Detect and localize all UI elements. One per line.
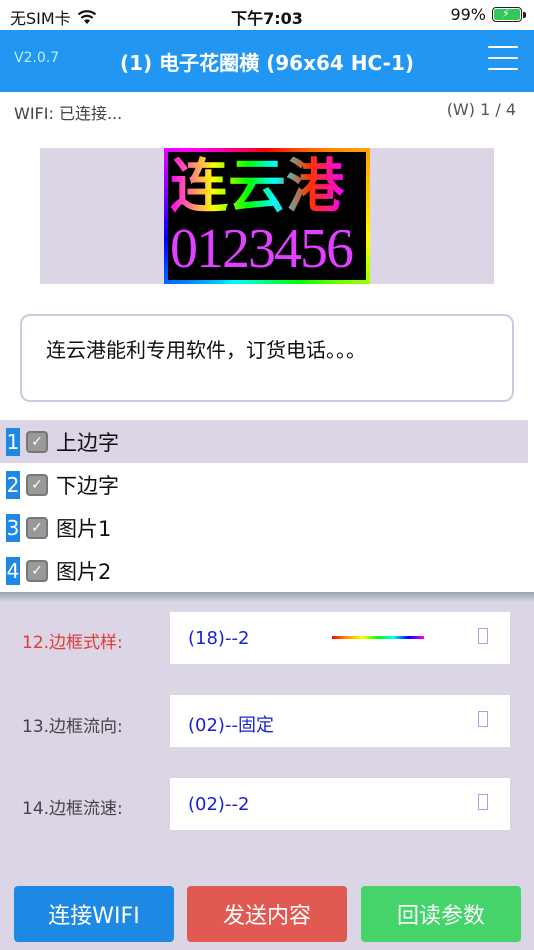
led-line-top: 连云港 xyxy=(170,152,345,220)
connect-wifi-button[interactable]: 连接WIFI xyxy=(14,886,174,942)
layer-checkbox[interactable]: ✓ xyxy=(26,516,48,539)
layer-list: 1 ✓ 上边字 2 ✓ 下边字 3 ✓ 图片1 4 ✓ 图片2 xyxy=(0,420,534,592)
menu-line xyxy=(488,68,518,70)
bottom-action-bar: 连接WIFI 发送内容 回读参数 xyxy=(0,880,534,950)
border-style-label: 12.边框式样: xyxy=(22,633,123,653)
menu-line xyxy=(488,57,518,59)
menu-line xyxy=(488,46,518,48)
layer-checkbox[interactable]: ✓ xyxy=(26,430,48,453)
border-speed-select[interactable]: (02)--2 xyxy=(170,778,510,830)
page-title: (1) 电子花圈横 (96x64 HC-1) xyxy=(119,51,415,75)
wifi-status: WIFI: 已连接... xyxy=(14,104,123,123)
border-style-value: (18)--2 xyxy=(188,628,250,649)
charging-icon: ⚡ xyxy=(502,7,510,20)
battery-icon: ⚡ xyxy=(492,7,526,22)
layer-checkbox[interactable]: ✓ xyxy=(26,473,48,496)
section-divider xyxy=(0,592,534,602)
layer-label: 图片1 xyxy=(56,516,112,541)
border-speed-value: (02)--2 xyxy=(188,794,250,815)
layer-number: 3 xyxy=(6,513,20,542)
border-style-select[interactable]: (18)--2 xyxy=(170,612,510,664)
menu-icon[interactable] xyxy=(488,46,518,70)
read-params-button[interactable]: 回读参数 xyxy=(361,886,521,942)
layer-item[interactable]: 3 ✓ 图片1 xyxy=(0,506,528,549)
status-bar: 无SIM卡 下午7:03 99% ⚡ xyxy=(0,0,534,30)
settings-panel: 12.边框式样: (18)--2 13.边框流向: (02)--固定 14.边框… xyxy=(0,602,534,880)
border-direction-value: (02)--固定 xyxy=(188,715,274,736)
layer-number: 4 xyxy=(6,556,20,585)
border-speed-label: 14.边框流速: xyxy=(22,799,123,819)
layer-label: 下边字 xyxy=(56,473,119,498)
page-counter: (W) 1 / 4 xyxy=(446,100,516,119)
battery-cap xyxy=(523,12,526,18)
led-line-bottom: 0123456 xyxy=(170,218,354,280)
battery-percent: 99% xyxy=(450,5,486,24)
info-row: WIFI: 已连接... (W) 1 / 4 xyxy=(0,92,534,126)
layer-number: 2 xyxy=(6,470,20,499)
led-preview[interactable]: 连云港 0123456 xyxy=(164,148,370,284)
layer-checkbox[interactable]: ✓ xyxy=(26,559,48,582)
border-direction-select[interactable]: (02)--固定 xyxy=(170,695,510,747)
layer-item[interactable]: 4 ✓ 图片2 xyxy=(0,549,528,592)
nav-bar: V2.0.7 (1) 电子花圈横 (96x64 HC-1) xyxy=(0,30,534,92)
battery-fill: ⚡ xyxy=(494,7,520,20)
border-style-preview xyxy=(332,636,424,639)
layer-number: 1 xyxy=(6,427,20,456)
preview-area: 连云港 0123456 连云港能利专用软件，订货电话。。。 xyxy=(14,126,520,406)
dropdown-icon xyxy=(478,711,488,727)
dropdown-icon xyxy=(478,628,488,644)
border-direction-label: 13.边框流向: xyxy=(22,717,123,737)
dropdown-icon xyxy=(478,794,488,810)
led-screen: 连云港 0123456 xyxy=(168,152,366,280)
preview-strip: 连云港 0123456 xyxy=(40,148,494,284)
content-text-input[interactable]: 连云港能利专用软件，订货电话。。。 xyxy=(20,314,514,402)
send-content-button[interactable]: 发送内容 xyxy=(187,886,347,942)
layer-item[interactable]: 2 ✓ 下边字 xyxy=(0,463,528,506)
layer-label: 上边字 xyxy=(56,430,119,455)
status-right: 99% ⚡ xyxy=(450,5,526,24)
layer-item[interactable]: 1 ✓ 上边字 xyxy=(0,420,528,463)
layer-label: 图片2 xyxy=(56,559,112,584)
